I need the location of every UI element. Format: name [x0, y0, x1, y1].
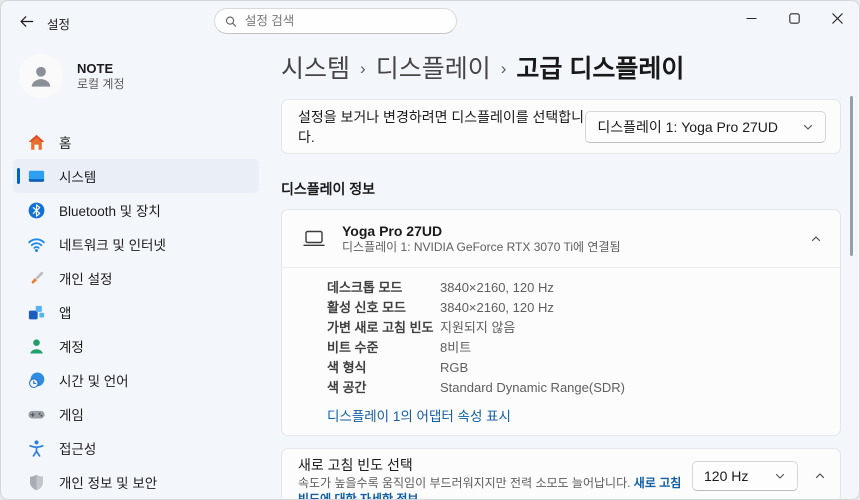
- refresh-rate-value: 120 Hz: [704, 468, 748, 484]
- display-select-card: 설정을 보거나 변경하려면 디스플레이를 선택합니다. 디스플레이 1: Yog…: [281, 99, 841, 154]
- chevron-down-icon: [802, 121, 814, 133]
- sidebar-item-personalization[interactable]: 개인 설정: [13, 261, 259, 295]
- titlebar: 설정: [1, 1, 859, 41]
- main-content: 시스템 › 디스플레이 › 고급 디스플레이 설정을 보거나 변경하려면 디스플…: [271, 41, 859, 500]
- sidebar-item-label: 시간 및 언어: [59, 370, 129, 390]
- sidebar-item-label: Bluetooth 및 장치: [59, 200, 161, 220]
- gaming-icon: [27, 405, 46, 424]
- sidebar-item-label: 네트워크 및 인터넷: [59, 234, 166, 254]
- chevron-up-icon: [810, 233, 822, 245]
- refresh-rate-dropdown[interactable]: 120 Hz: [692, 461, 798, 491]
- refresh-rate-description: 속도가 높을수록 움직임이 부드러워지지만 전력 소모도 늘어납니다. 새로 고…: [298, 476, 690, 500]
- display-select-value: 디스플레이 1: Yoga Pro 27UD: [597, 117, 778, 137]
- window-controls: [730, 1, 859, 36]
- sidebar: NOTE 로컬 계정 홈 시스템: [1, 41, 271, 500]
- user-account[interactable]: NOTE 로컬 계정: [19, 53, 271, 99]
- apps-icon: [27, 303, 46, 322]
- sidebar-item-label: 계정: [59, 336, 84, 356]
- back-button[interactable]: [11, 7, 41, 35]
- time-language-icon: [27, 371, 46, 390]
- sidebar-nav: 홈 시스템 Bluetooth 및 장치: [1, 125, 271, 499]
- breadcrumb: 시스템 › 디스플레이 › 고급 디스플레이: [281, 49, 859, 85]
- home-icon: [27, 133, 46, 152]
- app-title: 설정: [47, 14, 70, 33]
- info-row-bit-depth: 비트 수준 8비트: [327, 338, 820, 358]
- sidebar-item-label: 시스템: [59, 166, 96, 186]
- close-button[interactable]: [816, 1, 859, 36]
- sidebar-item-system[interactable]: 시스템: [13, 159, 259, 193]
- back-arrow-icon: [19, 14, 34, 29]
- network-icon: [27, 235, 46, 254]
- adapter-properties-link[interactable]: 디스플레이 1의 어댑터 속성 표시: [327, 405, 511, 425]
- chevron-down-icon: [774, 470, 786, 482]
- display-info-header[interactable]: Yoga Pro 27UD 디스플레이 1: NVIDIA GeForce RT…: [282, 210, 840, 267]
- system-icon: [27, 167, 46, 186]
- info-row-variable-refresh-rate: 가변 새로 고침 빈도 지원되지 않음: [327, 318, 820, 338]
- sidebar-item-privacy[interactable]: 개인 정보 및 보안: [13, 465, 259, 499]
- minimize-icon: [746, 13, 757, 24]
- info-row-color-format: 색 형식 RGB: [327, 358, 820, 378]
- sidebar-item-network[interactable]: 네트워크 및 인터넷: [13, 227, 259, 261]
- search-input[interactable]: [245, 14, 446, 28]
- page-title: 고급 디스플레이: [516, 49, 684, 85]
- maximize-icon: [789, 13, 800, 24]
- avatar: [19, 54, 63, 98]
- info-row-color-space: 색 공간 Standard Dynamic Range(SDR): [327, 378, 820, 398]
- sidebar-item-apps[interactable]: 앱: [13, 295, 259, 329]
- device-name: Yoga Pro 27UD: [342, 222, 621, 240]
- personalization-icon: [27, 269, 46, 288]
- info-row-desktop-mode: 데스크톱 모드 3840×2160, 120 Hz: [327, 278, 820, 298]
- sidebar-item-label: 앱: [59, 302, 71, 322]
- display-info-details: 데스크톱 모드 3840×2160, 120 Hz 활성 신호 모드 3840×…: [282, 268, 840, 435]
- sidebar-item-bluetooth[interactable]: Bluetooth 및 장치: [13, 193, 259, 227]
- user-name: NOTE: [77, 61, 125, 77]
- display-select-dropdown[interactable]: 디스플레이 1: Yoga Pro 27UD: [585, 111, 826, 143]
- bluetooth-icon: [27, 201, 46, 220]
- maximize-button[interactable]: [773, 1, 816, 36]
- chevron-up-icon: [814, 470, 826, 482]
- refresh-rate-expander-button[interactable]: [814, 470, 826, 482]
- refresh-rate-title: 새로 고침 빈도 선택: [298, 456, 690, 474]
- display-select-label: 설정을 보거나 변경하려면 디스플레이를 선택합니다.: [298, 107, 585, 147]
- sidebar-item-label: 게임: [59, 404, 84, 424]
- minimize-button[interactable]: [730, 1, 773, 36]
- sidebar-item-label: 접근성: [59, 438, 96, 458]
- sidebar-item-accounts[interactable]: 계정: [13, 329, 259, 363]
- breadcrumb-display[interactable]: 디스플레이: [376, 49, 491, 85]
- sidebar-item-gaming[interactable]: 게임: [13, 397, 259, 431]
- monitor-icon: [302, 229, 326, 249]
- selected-accent-bar: [17, 168, 20, 184]
- user-icon: [26, 61, 56, 91]
- accounts-icon: [27, 337, 46, 356]
- sidebar-item-home[interactable]: 홈: [13, 125, 259, 159]
- sidebar-item-time-language[interactable]: 시간 및 언어: [13, 363, 259, 397]
- search-icon: [225, 15, 237, 28]
- scrollbar[interactable]: [850, 96, 853, 256]
- section-title-display-info: 디스플레이 정보: [281, 179, 859, 199]
- search-box[interactable]: [214, 8, 457, 34]
- settings-window: 설정 NOTE 로컬 계정: [0, 0, 860, 500]
- breadcrumb-separator: ›: [501, 56, 507, 79]
- info-row-active-signal-mode: 활성 신호 모드 3840×2160, 120 Hz: [327, 298, 820, 318]
- sidebar-item-label: 개인 설정: [59, 268, 112, 288]
- user-account-type: 로컬 계정: [77, 77, 125, 92]
- close-icon: [832, 13, 843, 24]
- device-connection: 디스플레이 1: NVIDIA GeForce RTX 3070 Ti에 연결됨: [342, 240, 621, 255]
- sidebar-item-label: 개인 정보 및 보안: [59, 472, 157, 492]
- sidebar-item-accessibility[interactable]: 접근성: [13, 431, 259, 465]
- refresh-rate-card: 새로 고침 빈도 선택 속도가 높을수록 움직임이 부드러워지지만 전력 소모도…: [281, 448, 841, 500]
- display-info-card: Yoga Pro 27UD 디스플레이 1: NVIDIA GeForce RT…: [281, 209, 841, 436]
- breadcrumb-system[interactable]: 시스템: [281, 49, 350, 85]
- breadcrumb-separator: ›: [360, 56, 366, 79]
- privacy-icon: [27, 473, 46, 492]
- accessibility-icon: [27, 439, 46, 458]
- sidebar-item-label: 홈: [59, 132, 71, 152]
- collapse-expander-button[interactable]: [810, 233, 822, 245]
